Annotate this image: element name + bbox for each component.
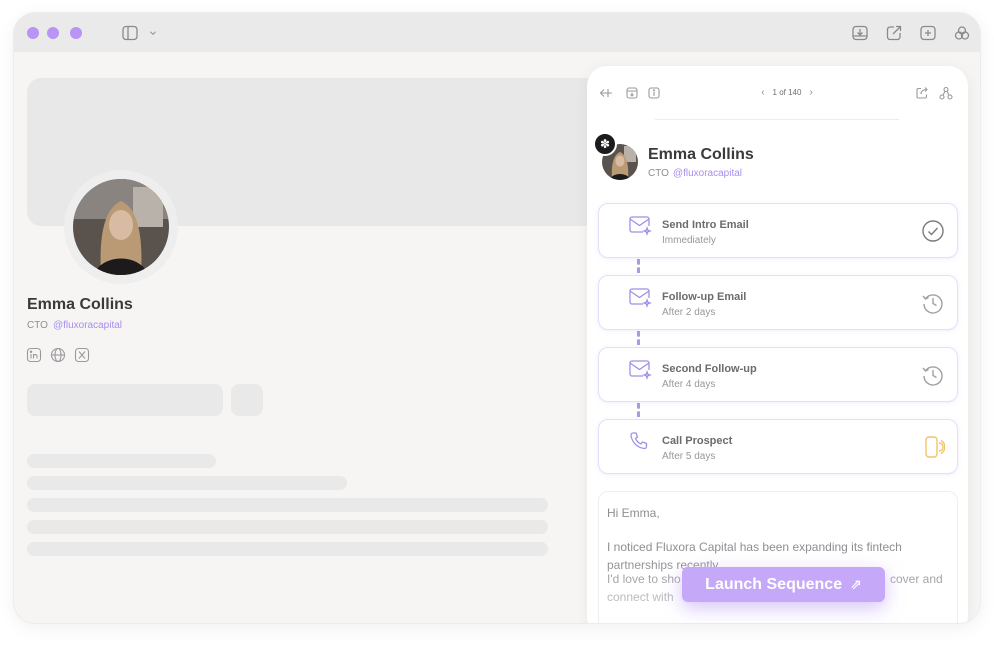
prev-page-button[interactable]: ‹ — [761, 87, 764, 98]
email-paragraph-end: cover and — [890, 572, 943, 586]
window-minimize-button[interactable] — [47, 27, 59, 39]
email-paragraph-start: I'd love to sho — [607, 572, 681, 586]
history-clock-icon — [921, 291, 945, 315]
extensions-icon[interactable] — [953, 24, 971, 42]
archive-icon[interactable] — [625, 86, 639, 100]
skeleton-button — [27, 384, 223, 416]
window-close-button[interactable] — [27, 27, 39, 39]
step-connector — [637, 259, 640, 273]
linkedin-icon[interactable] — [26, 347, 42, 363]
company-handle-link[interactable]: @fluxoracapital — [673, 168, 742, 179]
collapse-panel-icon[interactable] — [599, 86, 613, 100]
avatar — [73, 179, 169, 275]
page-counter: 1 of 140 — [772, 88, 802, 97]
company-handle-link[interactable]: @fluxoracapital — [53, 320, 122, 331]
app-window: Emma Collins CTO @fluxoracapital ‹ 1 of 14… — [13, 12, 981, 624]
share-icon[interactable] — [915, 86, 929, 100]
skeleton-line — [27, 454, 216, 468]
step-title: Call Prospect — [662, 435, 733, 447]
phone-ringing-icon — [921, 435, 945, 459]
launch-label: Launch Sequence — [705, 576, 843, 593]
step-title: Send Intro Email — [662, 219, 749, 231]
skeleton-line — [27, 498, 548, 512]
role-text: CTO — [27, 320, 48, 331]
new-tab-icon[interactable] — [919, 24, 937, 42]
info-icon[interactable] — [647, 86, 661, 100]
profile-role: CTO @fluxoracapital — [27, 320, 122, 331]
mail-sparkle-icon — [628, 359, 652, 381]
sequence-step[interactable]: Call Prospect After 5 days — [598, 419, 958, 474]
sidebar-toggle-icon[interactable] — [121, 24, 139, 42]
step-timing: After 2 days — [662, 307, 716, 318]
panel-divider — [655, 119, 899, 120]
skeleton-line — [27, 476, 347, 490]
skeleton-line — [27, 520, 548, 534]
mail-sparkle-icon — [628, 287, 652, 309]
launch-sequence-button[interactable]: Launch Sequence ⇗ — [682, 567, 885, 602]
step-timing: Immediately — [662, 235, 716, 246]
company-logo-badge: ✽ — [593, 132, 617, 156]
arrow-up-right-icon: ⇗ — [850, 576, 862, 592]
sequence-step[interactable]: Send Intro Email Immediately — [598, 203, 958, 258]
step-title: Second Follow-up — [662, 363, 757, 375]
check-circle-icon — [921, 219, 945, 243]
globe-icon[interactable] — [50, 347, 66, 363]
window-maximize-button[interactable] — [70, 27, 82, 39]
contact-name: Emma Collins — [648, 146, 754, 163]
step-connector — [637, 403, 640, 417]
external-link-icon[interactable] — [885, 24, 903, 42]
next-page-button[interactable]: › — [809, 87, 812, 98]
step-title: Follow-up Email — [662, 291, 747, 303]
email-paragraph-start: connect with — [607, 590, 674, 604]
download-icon[interactable] — [851, 24, 869, 42]
step-timing: After 4 days — [662, 379, 716, 390]
x-icon[interactable] — [74, 347, 90, 363]
role-text: CTO — [648, 168, 669, 179]
sequence-step[interactable]: Follow-up Email After 2 days — [598, 275, 958, 330]
sequence-step[interactable]: Second Follow-up After 4 days — [598, 347, 958, 402]
profile-name: Emma Collins — [27, 296, 133, 313]
skeleton-icon-button — [231, 384, 263, 416]
mail-sparkle-icon — [628, 215, 652, 237]
pagination: ‹ 1 of 140 › — [747, 87, 827, 98]
step-timing: After 5 days — [662, 451, 716, 462]
contact-role: CTO @fluxoracapital — [648, 168, 742, 179]
email-preview[interactable]: Hi Emma, I noticed Fluxora Capital has b… — [598, 491, 958, 623]
skeleton-line — [27, 542, 548, 556]
workflow-icon[interactable] — [939, 86, 953, 100]
history-clock-icon — [921, 363, 945, 387]
step-connector — [637, 331, 640, 345]
chevron-down-icon[interactable] — [147, 24, 159, 42]
title-bar — [14, 13, 980, 52]
sequence-panel: ‹ 1 of 140 › ✽ Emma Collins CTO @fluxoracap… — [587, 66, 968, 623]
phone-icon — [628, 431, 652, 453]
email-greeting: Hi Emma, — [607, 506, 660, 520]
